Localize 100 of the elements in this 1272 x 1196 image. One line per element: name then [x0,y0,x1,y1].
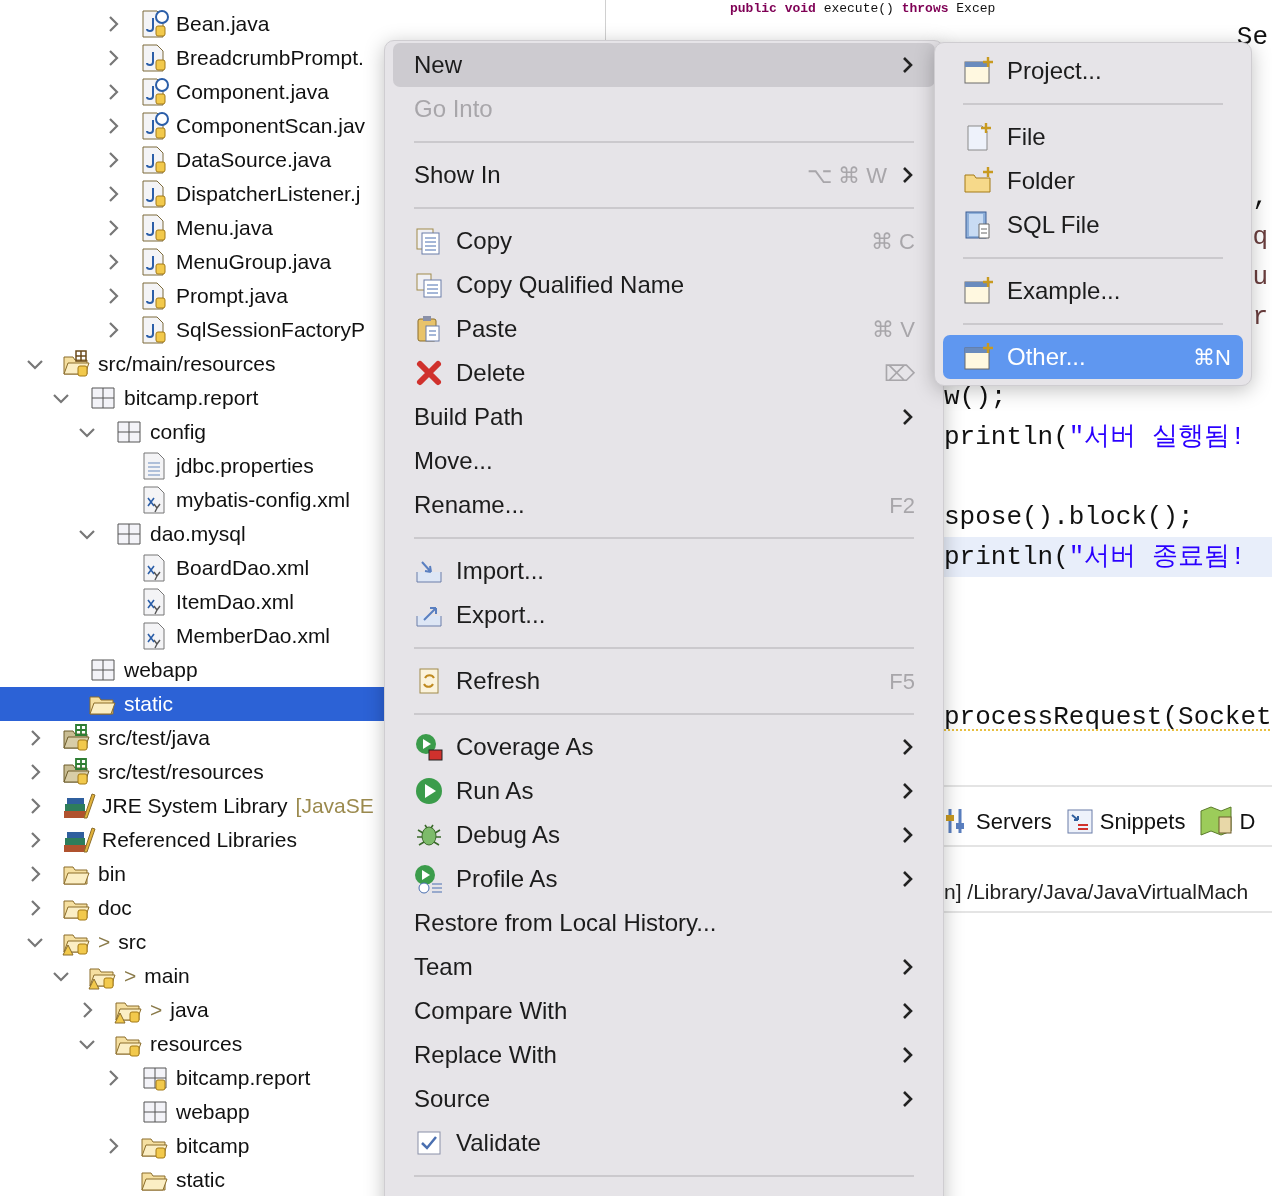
code-line: u [1252,260,1268,294]
menu-item[interactable]: Replace With [393,1033,935,1077]
tree-label: src/test/java [98,725,211,752]
code-line: , [1252,180,1268,214]
tree-label: doc [98,895,132,922]
menu-item[interactable]: Folder [943,159,1243,203]
menu-item[interactable]: Delete ⌦ [393,351,935,395]
map-icon [1199,805,1234,837]
dirty-marker: > [98,929,111,956]
tree-row[interactable]: static [0,1163,605,1196]
tree-label: bin [98,861,127,888]
menu-item[interactable]: Build Path [393,395,935,439]
shortcut-label: ⌘ C [871,227,915,256]
code-line: spose().block(); [944,500,1194,534]
menu-item[interactable]: Debug As [393,813,935,857]
books-icon [62,791,96,821]
tree-label: MemberDao.xml [176,623,331,650]
view-tab[interactable]: Snippets [1065,804,1186,838]
copy-icon [414,270,444,300]
tree-label: DispatcherListener.j [176,181,361,208]
snippets-icon [1065,807,1094,835]
new-window-icon [963,56,995,86]
shortcut-label: F5 [889,667,915,696]
tree-label: bitcamp.report [124,385,259,412]
checkbox-icon [414,1128,444,1158]
code-line: r [1252,300,1268,334]
shortcut-label: F2 [889,491,915,520]
menu-item[interactable]: File [943,115,1243,159]
tree-label: resources [150,1031,243,1058]
tree-label: BreadcrumbPrompt. [176,45,364,72]
tree-label: bitcamp [176,1133,250,1160]
tree-label: java [170,997,209,1024]
menu-item[interactable]: Coverage As [393,725,935,769]
tree-decoration: [JavaSE [295,793,374,820]
view-tab[interactable]: Servers [944,804,1052,838]
menu-item[interactable]: Copy Qualified Name [393,263,935,307]
tree-label: MenuGroup.java [176,249,332,276]
shortcut-label: ⌦ [884,359,915,388]
tree-label: BoardDao.xml [176,555,310,582]
tree-label: ComponentScan.jav [176,113,366,140]
shortcut-label: ⌘ V [872,315,915,344]
menu-item[interactable]: New [393,43,935,87]
coverage-icon [414,732,444,762]
menu-item[interactable]: Export... [393,593,935,637]
code-line: processRequest(Socket [944,700,1272,734]
code-line: public void execute() throws Excep [730,0,996,18]
tree-label: Menu.java [176,215,273,242]
tree-label: webapp [176,1099,250,1126]
tree-label: bitcamp.report [176,1065,311,1092]
tree-label: JRE System Library [102,793,288,820]
tree-label: ItemDao.xml [176,589,294,616]
java-annotation-file-icon [140,111,170,141]
books-icon [62,825,96,855]
menu-item[interactable]: Move... [393,439,935,483]
code-line: println("서버 실행됨! [944,420,1246,454]
tree-label: Prompt.java [176,283,289,310]
tree-label: config [150,419,207,446]
tree-label: static [176,1167,225,1194]
console-text: n] /Library/Java/JavaVirtualMach [944,878,1249,905]
menu-item[interactable]: Copy ⌘ C [393,219,935,263]
source-folder-icon [62,349,92,379]
code-line: println("서버 종료됨! [944,540,1246,574]
menu-item[interactable]: Profile As [393,857,935,901]
tree-label: jdbc.properties [176,453,314,480]
menu-item[interactable]: Restore from Local History... [393,901,935,945]
tree-label: mybatis-config.xml [176,487,350,514]
tree-label: src [118,929,147,956]
test-folder-icon [62,757,92,787]
play-icon [414,776,444,806]
menu-item[interactable]: Team [393,945,935,989]
tree-label: main [144,963,190,990]
menu-item[interactable]: Paste ⌘ V [393,307,935,351]
shortcut-label: ⌥ ⌘ W [807,161,887,190]
tree-label: static [124,691,173,718]
profile-icon [414,864,444,894]
tree-label: DataSource.java [176,147,332,174]
menu-item[interactable]: Source [393,1077,935,1121]
test-folder-icon [62,723,92,753]
tree-label: webapp [124,657,198,684]
menu-item[interactable]: SQL File [943,203,1243,247]
tree-label: src/test/resources [98,759,264,786]
menu-item[interactable]: Run As [393,769,935,813]
menu-item[interactable]: Compare With [393,989,935,1033]
java-annotation-file-icon [140,9,170,39]
new-window-icon [963,342,995,372]
new-window-icon [963,276,995,306]
menu-item[interactable]: Show In ⌥ ⌘ W [393,153,935,197]
menu-item[interactable]: Validate [393,1121,935,1165]
code-line: w(); [944,380,1007,414]
java-annotation-file-icon [140,77,170,107]
menu-item[interactable]: Import... [393,549,935,593]
dirty-marker: > [124,963,137,990]
tree-label: Bean.java [176,11,270,38]
tree-label: Component.java [176,79,329,106]
menu-item[interactable]: Example... [943,269,1243,313]
tree-row[interactable]: Bean.java [0,7,605,41]
new-folder-icon [963,166,995,196]
view-tab[interactable]: D [1199,804,1256,838]
dirty-marker: > [150,997,163,1024]
shortcut-label: ⌘N [1193,343,1231,372]
